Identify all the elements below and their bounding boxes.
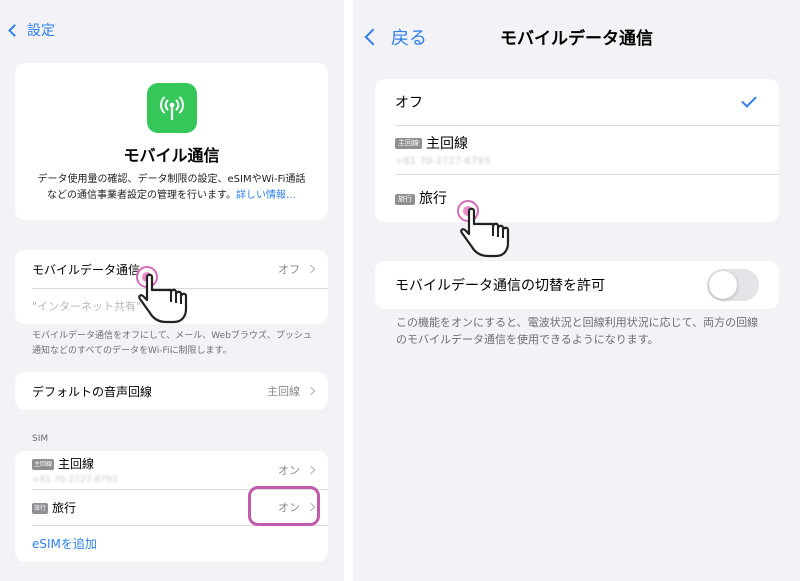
- cellular-description: データ使用量の確認、データ制限の設定、eSIMやWi-Fi通話などの通信事業者設…: [33, 172, 310, 204]
- data-switching-toggle[interactable]: [707, 269, 759, 301]
- default-voice-row[interactable]: デフォルトの音声回線 主回線: [15, 372, 328, 410]
- line-badge: 主回線: [395, 138, 422, 149]
- option-off[interactable]: オフ: [375, 79, 779, 125]
- default-voice-label: デフォルトの音声回線: [32, 384, 153, 399]
- page-title: モバイルデータ通信: [500, 29, 653, 49]
- sim-status: オン: [278, 464, 300, 477]
- page-title: モバイル通信: [123, 146, 220, 165]
- phone-number: +81 70-2727-6793: [395, 155, 491, 167]
- tap-hand-icon: [136, 266, 198, 328]
- option-primary-line[interactable]: 主回線 主回線 +81 70-2727-6793: [375, 125, 779, 174]
- mobile-data-label: モバイルデータ通信: [32, 262, 141, 277]
- mobile-data-panel-right: 戻る モバイルデータ通信 オフ 主回線 主回線 +81 70-2727-6793 …: [353, 0, 800, 581]
- chevron-right-icon: [306, 465, 316, 475]
- learn-more-link[interactable]: 詳しい情報…: [236, 190, 296, 201]
- line-badge: 主回線: [32, 459, 55, 470]
- sim-section-header: SIM: [32, 434, 49, 444]
- sim-label: 主回線: [58, 457, 95, 471]
- data-switching-footnote: この機能をオンにすると、電波状況と回線利用状況に応じて、両方の回線のモバイルデー…: [396, 316, 759, 346]
- highlight-outline: [248, 486, 320, 526]
- checkmark-icon: [741, 92, 757, 108]
- default-voice-value: 主回線: [267, 385, 300, 398]
- chevron-right-icon: [306, 386, 316, 396]
- mobile-data-value: オフ: [278, 263, 300, 276]
- tap-hand-icon: [457, 200, 521, 262]
- data-switching-row: モバイルデータ通信の切替を許可: [375, 261, 779, 309]
- option-label: オフ: [395, 95, 423, 111]
- back-button[interactable]: 設定: [8, 20, 55, 40]
- line-badge: 旅行: [32, 502, 49, 514]
- sim-label: 旅行: [52, 500, 77, 515]
- chevron-left-icon: [8, 23, 21, 37]
- add-esim-row[interactable]: eSIMを追加: [15, 525, 328, 562]
- line-badge: 旅行: [395, 193, 415, 205]
- data-switching-label: モバイルデータ通信の切替を許可: [395, 278, 605, 294]
- default-voice-group: デフォルトの音声回線 主回線: [15, 372, 328, 410]
- sim-row-primary[interactable]: 主回線 主回線 +81 70-2727-6793 オン: [15, 451, 328, 489]
- add-esim-link[interactable]: eSIMを追加: [32, 535, 97, 552]
- phone-number: +81 70-2727-6793: [32, 475, 118, 485]
- back-label: 設定: [27, 23, 55, 39]
- settings-panel-left: 設定 モバイル通信 データ使用量の確認、データ制限の設定、eSIMやWi-Fi通…: [0, 0, 344, 581]
- option-label: 旅行: [419, 191, 447, 207]
- hotspot-label: "インターネット共有": [32, 300, 142, 313]
- option-label: 主回線: [426, 135, 468, 152]
- data-switching-group: モバイルデータ通信の切替を許可: [375, 261, 779, 309]
- antenna-icon: [146, 83, 197, 133]
- toggle-knob: [709, 271, 737, 299]
- data-line-options: オフ 主回線 主回線 +81 70-2727-6793 旅行 旅行: [375, 79, 779, 222]
- cellular-header-card: モバイル通信 データ使用量の確認、データ制限の設定、eSIMやWi-Fi通話など…: [15, 63, 328, 220]
- mobile-data-footnote: モバイルデータ通信をオフにして、メール、Webブラウズ、プッシュ通知などのすべて…: [32, 331, 312, 356]
- option-travel-line[interactable]: 旅行 旅行: [375, 174, 779, 222]
- chevron-right-icon: [306, 264, 316, 274]
